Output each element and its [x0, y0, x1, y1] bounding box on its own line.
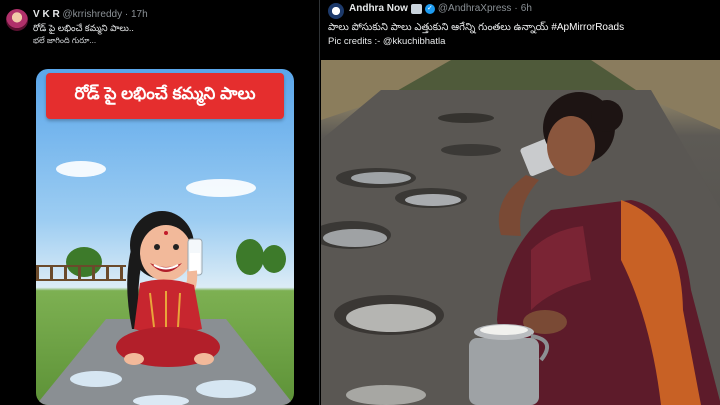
photo-road-scene [321, 60, 720, 405]
author-handle[interactable]: @AndhraXpress [438, 3, 512, 14]
cloud [186, 179, 256, 197]
post-header: V K R @krrishreddy · 17h [33, 9, 148, 20]
verified-badge-icon: ✓ [424, 3, 435, 14]
author-name[interactable]: V K R [33, 9, 60, 20]
affiliation-badge-icon [410, 3, 422, 14]
post-time[interactable]: 6h [521, 3, 532, 14]
left-post: V K R @krrishreddy · 17h రోడ్ పై లభించే … [0, 0, 318, 405]
author-handle[interactable]: @krrishreddy [62, 9, 122, 20]
cloud [56, 161, 106, 177]
post-image[interactable] [321, 60, 720, 405]
cartoon-woman-drinking [116, 211, 220, 367]
post-image[interactable]: రోడ్ పై లభించే కమ్మని పాలు [36, 69, 294, 405]
pic-credits: Pic credits :- @kkuchibhatla [328, 36, 446, 47]
post-header: Andhra Now ✓ @AndhraXpress · 6h [349, 3, 532, 14]
post-text-line1: రోడ్ పై లభించే కమ్మని పాలు.. [33, 23, 134, 33]
post-text: పాలు పోసుకుని పాలు ఎత్తుకుని ఆగేన్ని గుం… [328, 22, 549, 33]
avatar[interactable] [6, 9, 28, 31]
post-time[interactable]: 17h [131, 9, 148, 20]
tree [236, 239, 264, 275]
post-text-line2: భలే జాగింది గురూ... [33, 36, 97, 45]
right-post: Andhra Now ✓ @AndhraXpress · 6h పాలు పోస… [319, 0, 720, 405]
post-text-line1: పాలు పోసుకుని పాలు ఎత్తుకుని ఆగేన్ని గుం… [328, 21, 624, 35]
separator-dot: · [514, 3, 518, 14]
tree [262, 245, 286, 273]
author-name[interactable]: Andhra Now [349, 3, 408, 14]
separator-dot: · [124, 9, 129, 20]
image-banner-title: రోడ్ పై లభించే కమ్మని పాలు [46, 73, 284, 119]
hashtag-link[interactable]: #ApMirrorRoads [551, 22, 624, 33]
avatar[interactable] [328, 3, 344, 19]
